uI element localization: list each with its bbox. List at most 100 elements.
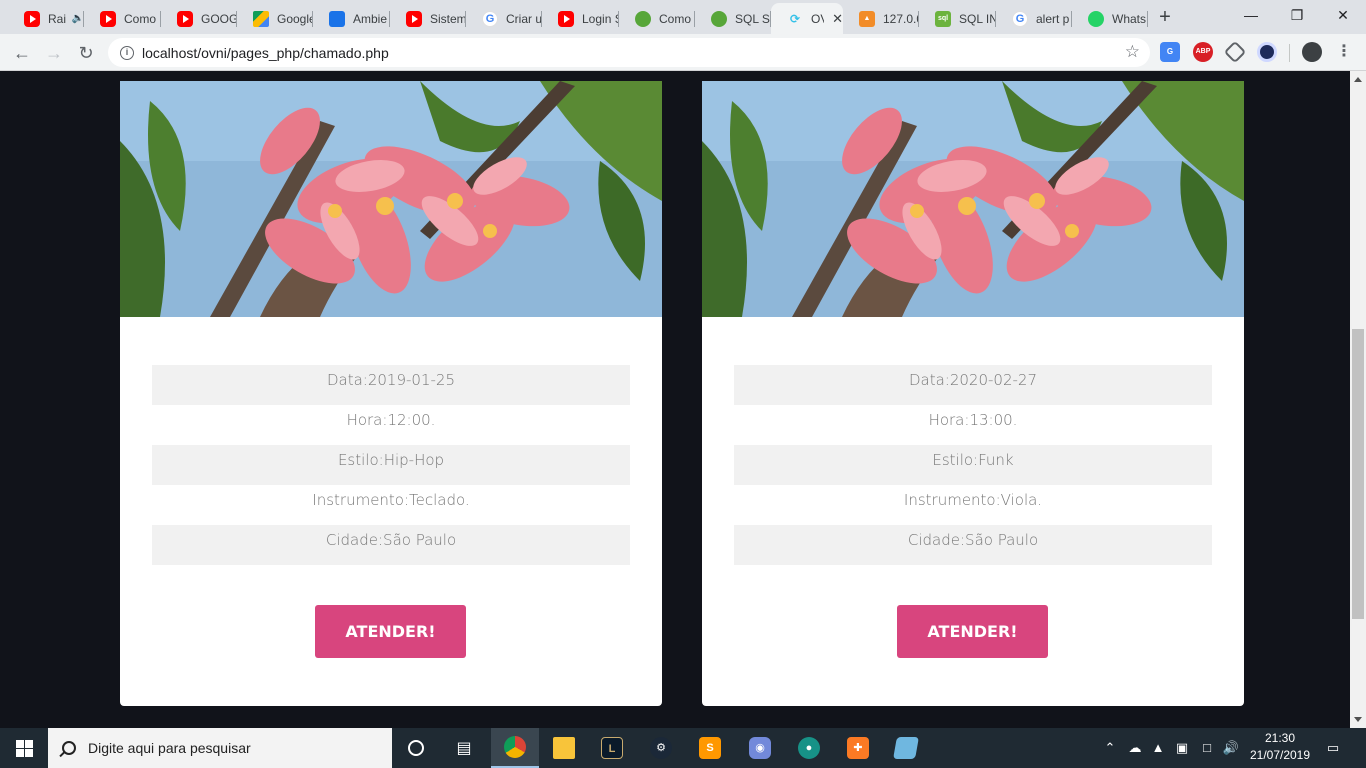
cidade-label: Cidade: (907, 531, 966, 549)
bookmark-star-icon[interactable]: ☆ (1125, 42, 1140, 62)
browser-tab[interactable]: SQL SE (695, 3, 771, 34)
youtube-icon (558, 10, 574, 27)
atender-button[interactable]: ATENDER! (315, 605, 466, 658)
browser-tab[interactable]: ▲ 127.0.0 (843, 3, 919, 34)
browser-tab[interactable]: Google (237, 3, 313, 34)
browser-tab-strip: Rai 🔈 Como GOOG Google Ambie Sistem G Cr… (0, 0, 1366, 34)
notes-app-icon[interactable] (882, 728, 930, 768)
close-tab-icon[interactable]: ✕ (832, 11, 843, 27)
instrumento-value: Teclado. (409, 491, 470, 509)
scroll-up-icon[interactable] (1354, 77, 1362, 82)
browser-tab[interactable]: Como (84, 3, 161, 34)
new-tab-button[interactable]: + (1152, 5, 1178, 31)
cidade-row: Cidade:São Paulo (152, 525, 630, 565)
league-of-legends-icon[interactable]: L (588, 728, 636, 768)
youtube-icon (177, 10, 193, 27)
notifications-icon[interactable]: ▭ (1320, 728, 1346, 768)
system-clock[interactable]: 21:30 21/07/2019 (1238, 730, 1322, 764)
xampp-icon[interactable]: ✚ (834, 728, 882, 768)
cidade-row: Cidade:São Paulo (734, 525, 1212, 565)
extension-cube-icon[interactable] (1223, 40, 1247, 64)
translate-icon[interactable]: G (1160, 42, 1180, 62)
close-window-icon[interactable]: ✕ (1320, 0, 1366, 30)
browser-tab[interactable]: Whats (1072, 3, 1148, 34)
speaker-icon[interactable]: 🔈 (72, 13, 84, 24)
task-view-icon[interactable]: ▤ (440, 728, 488, 768)
profile-avatar-icon[interactable] (1302, 42, 1322, 62)
info-icon[interactable]: i (120, 45, 134, 60)
browser-toolbar: ← → ↻ i localhost/ovni/pages_php/chamado… (0, 34, 1366, 71)
youtube-icon (24, 10, 40, 27)
clock-time: 21:30 (1264, 731, 1296, 745)
toolbar-divider (1289, 44, 1290, 62)
file-explorer-icon[interactable] (540, 728, 588, 768)
discord-icon[interactable]: ◉ (736, 728, 784, 768)
browser-tab[interactable]: sql SQL IN (919, 3, 996, 34)
tab-label: GOOG (201, 11, 237, 26)
reload-icon[interactable]: ↻ (72, 39, 100, 67)
scroll-thumb[interactable] (1352, 329, 1364, 619)
green-logo-icon (635, 10, 651, 27)
browser-tab[interactable]: GOOG (161, 3, 237, 34)
hora-label: Hora: (928, 411, 970, 429)
network-icon[interactable]: □ (1197, 728, 1217, 768)
flower-photo (702, 81, 1244, 317)
url-text[interactable]: localhost/ovni/pages_php/chamado.php (142, 45, 389, 61)
tab-label: SQL IN (959, 11, 996, 26)
tab-label: Como (124, 11, 157, 26)
battery-icon[interactable]: ▣ (1172, 728, 1192, 768)
browser-tab-active[interactable]: ⟳ OV ✕ (771, 3, 843, 34)
loading-icon: ⟳ (789, 11, 801, 26)
estilo-label: Estilo: (337, 451, 384, 469)
tab-label: Google (277, 11, 313, 26)
minimize-icon[interactable]: — (1228, 0, 1274, 30)
tab-label: alert p (1036, 11, 1070, 26)
data-label: Data: (326, 371, 368, 389)
chrome-taskbar-icon[interactable] (491, 728, 539, 768)
forward-arrow-icon[interactable]: → (40, 39, 68, 67)
estilo-row: Estilo:Funk (734, 445, 1212, 485)
instrumento-label: Instrumento: (312, 491, 410, 509)
tab-label: 127.0.0 (883, 11, 919, 26)
eye-extension-icon[interactable] (1257, 42, 1277, 62)
windows-start-icon[interactable] (0, 728, 48, 768)
event-card: Data:2020-02-27 Hora:13:00. Estilo:Funk … (702, 81, 1244, 706)
browser-tab[interactable]: Ambie (313, 3, 390, 34)
youtube-icon (406, 10, 422, 27)
show-hidden-icons-icon[interactable]: ⌃ (1101, 728, 1119, 768)
back-arrow-icon[interactable]: ← (8, 39, 36, 67)
tab-label: Criar u (506, 11, 542, 26)
vertical-scrollbar[interactable] (1350, 71, 1366, 728)
phpmyadmin-icon: ▲ (859, 10, 875, 27)
whatsapp-icon (1088, 10, 1104, 27)
tab-label: Ambie (353, 11, 388, 26)
tab-label: SQL SE (735, 11, 771, 26)
search-placeholder: Digite aqui para pesquisar (88, 740, 251, 756)
scroll-down-icon[interactable] (1354, 717, 1362, 722)
adblock-icon[interactable]: ABP (1193, 42, 1213, 62)
restore-icon[interactable]: ❐ (1274, 0, 1320, 30)
browser-tab[interactable]: Rai 🔈 (8, 3, 84, 34)
google-drive-icon (253, 10, 269, 27)
estilo-row: Estilo:Hip-Hop (152, 445, 630, 485)
microphone-icon[interactable]: ▲ (1150, 728, 1166, 768)
gitkraken-icon[interactable]: ● (785, 728, 833, 768)
browser-tab[interactable]: Como (619, 3, 695, 34)
onedrive-cloud-icon[interactable]: ☁ (1124, 728, 1146, 768)
browser-tab[interactable]: Login S (542, 3, 619, 34)
browser-tab[interactable]: G Criar u (466, 3, 542, 34)
cortana-icon[interactable] (392, 728, 440, 768)
estilo-value: Hip-Hop (383, 451, 445, 469)
estilo-value: Funk (978, 451, 1014, 469)
hora-row: Hora:13:00. (734, 405, 1212, 445)
browser-tab[interactable]: G alert p (996, 3, 1072, 34)
taskbar-search-input[interactable]: Digite aqui para pesquisar (48, 728, 392, 768)
steam-icon[interactable]: ⚙ (637, 728, 685, 768)
chrome-menu-icon[interactable]: ⋮ (1334, 42, 1354, 62)
windows-taskbar: Digite aqui para pesquisar ▤ L ⚙ S ◉ ● ✚… (0, 728, 1366, 768)
sublime-text-icon[interactable]: S (686, 728, 734, 768)
address-bar[interactable]: i localhost/ovni/pages_php/chamado.php ☆ (108, 38, 1150, 67)
browser-tab[interactable]: Sistem (390, 3, 466, 34)
hora-value: 13:00. (969, 411, 1018, 429)
atender-button[interactable]: ATENDER! (897, 605, 1048, 658)
